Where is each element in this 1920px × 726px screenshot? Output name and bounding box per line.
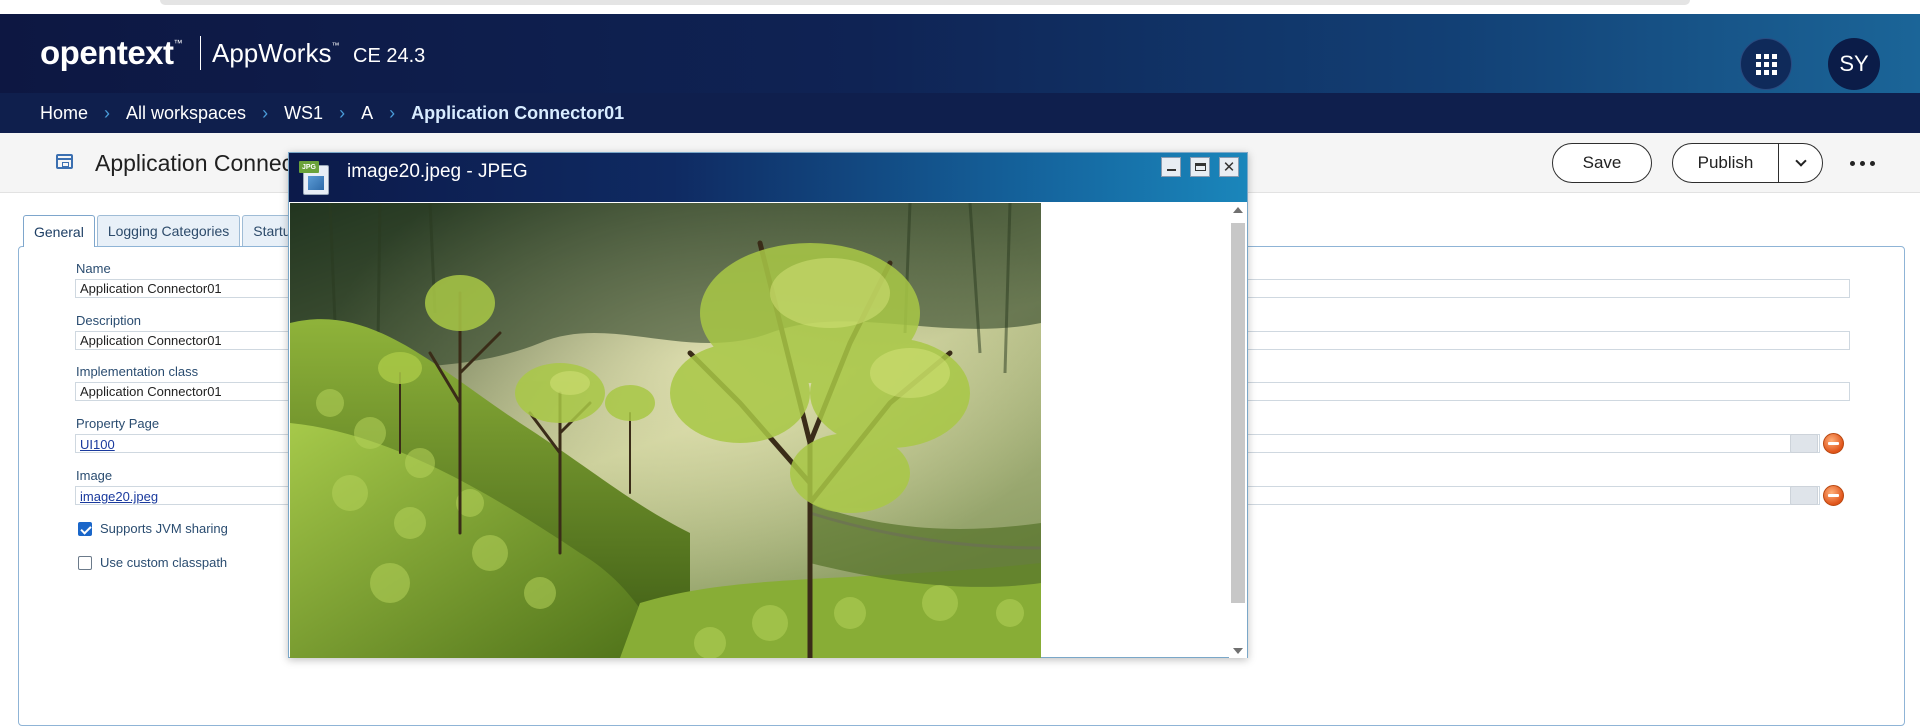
jpeg-file-icon: JPG (299, 161, 331, 195)
publish-button[interactable]: Publish (1673, 144, 1779, 182)
remove-icon (1828, 442, 1839, 445)
minimize-button[interactable] (1161, 157, 1181, 177)
tab-logging-categories[interactable]: Logging Categories (96, 215, 241, 246)
logo-text: opentext (40, 34, 174, 71)
close-button[interactable]: ✕ (1219, 157, 1239, 177)
jvm-sharing-label: Supports JVM sharing (100, 521, 228, 536)
name-label: Name (76, 261, 111, 276)
breadcrumb-ws1[interactable]: WS1 (284, 103, 323, 124)
scroll-up-icon[interactable] (1233, 207, 1243, 213)
property-page-browse-button[interactable] (1790, 434, 1818, 453)
chevron-right-icon: › (339, 102, 346, 123)
breadcrumb-a[interactable]: A (361, 103, 373, 124)
browser-strip (0, 0, 1920, 14)
chevron-right-icon: › (389, 102, 396, 123)
logo-divider (200, 36, 201, 70)
scroll-down-icon[interactable] (1233, 648, 1243, 654)
photo-illustration (290, 203, 1041, 658)
app-launcher-button[interactable] (1740, 38, 1792, 90)
browser-tab-edge (160, 0, 1690, 5)
grid-icon (1755, 53, 1777, 75)
custom-classpath-checkbox[interactable] (78, 555, 92, 570)
jvm-sharing-checkbox[interactable] (78, 521, 92, 536)
viewer-title: image20.jpeg - JPEG (347, 161, 528, 182)
chevron-right-icon: › (104, 102, 111, 123)
image-link[interactable]: image20.jpeg (80, 489, 158, 504)
image-label: Image (76, 468, 113, 483)
save-button[interactable]: Save (1552, 143, 1652, 183)
implementation-class-label: Implementation class (76, 364, 199, 379)
product-label: AppWorks (212, 38, 332, 68)
jvm-sharing-option[interactable]: Supports JVM sharing (78, 521, 228, 536)
custom-classpath-label: Use custom classpath (100, 555, 228, 570)
property-page-label: Property Page (76, 416, 160, 431)
image-browse-button[interactable] (1790, 486, 1818, 505)
opentext-logo[interactable]: opentext™ (40, 34, 182, 72)
property-page-remove-button[interactable] (1823, 433, 1844, 454)
minimize-icon (1166, 169, 1176, 171)
product-trademark: ™ (331, 41, 340, 50)
chevron-right-icon: › (262, 102, 269, 123)
product-name: AppWorks™ (212, 38, 339, 69)
ellipsis-icon (1849, 160, 1855, 166)
application-connector-icon (56, 154, 73, 169)
property-page-link[interactable]: UI100 (80, 437, 115, 452)
viewer-scrollbar[interactable] (1229, 203, 1247, 658)
viewer-title-bar[interactable]: JPG image20.jpeg - JPEG ✕ (289, 153, 1247, 202)
tea-plantation-photo (290, 203, 1041, 658)
publish-options-button[interactable] (1779, 144, 1822, 182)
chevron-down-icon (1794, 155, 1807, 167)
jpg-badge: JPG (299, 161, 319, 173)
more-options-button[interactable] (1844, 153, 1880, 173)
maximize-icon (1194, 163, 1206, 171)
property-tabs: General Logging Categories Startup (23, 215, 310, 247)
user-avatar[interactable]: SY (1828, 38, 1880, 90)
close-icon: ✕ (1222, 157, 1236, 176)
custom-classpath-option[interactable]: Use custom classpath (78, 555, 227, 570)
logo-trademark: ™ (173, 38, 183, 48)
remove-icon (1828, 494, 1839, 497)
breadcrumb-all-workspaces[interactable]: All workspaces (126, 103, 246, 124)
breadcrumb-current: Application Connector01 (411, 102, 625, 123)
breadcrumb-home[interactable]: Home (40, 103, 88, 124)
publish-button-group: Publish (1672, 143, 1823, 183)
maximize-button[interactable] (1190, 157, 1210, 177)
breadcrumb: Home › All workspaces › WS1 › A › Applic… (0, 93, 1920, 133)
product-version: CE 24.3 (353, 45, 426, 67)
image-remove-button[interactable] (1823, 485, 1844, 506)
image-viewer-window: JPG image20.jpeg - JPEG ✕ (288, 152, 1248, 658)
app-header: opentext™ AppWorks™ CE 24.3 SY (0, 14, 1920, 93)
description-label: Description (76, 313, 142, 328)
scrollbar-thumb[interactable] (1231, 223, 1245, 603)
tab-general[interactable]: General (23, 215, 95, 247)
